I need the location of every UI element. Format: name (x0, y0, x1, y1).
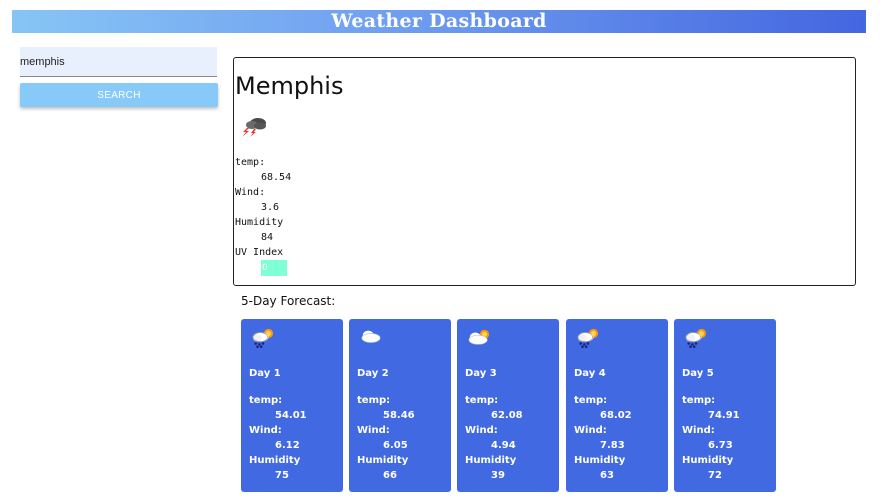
forecast-wind-value: 6.73 (708, 440, 733, 451)
forecast-humidity-label: Humidity (574, 455, 626, 466)
forecast-temp-value: 54.01 (275, 410, 307, 421)
wind-value: 3.6 (261, 202, 280, 213)
uv-index-row: 0 (235, 260, 291, 276)
forecast-humidity-label: Humidity (357, 455, 409, 466)
forecast-wind-value: 6.05 (383, 440, 408, 451)
temp-value: 68.54 (261, 172, 292, 183)
forecast-wind-label: Wind: (249, 425, 282, 436)
forecast-wind-value: 7.83 (600, 440, 625, 451)
forecast-details: temp: 74.91 Wind: 6.73 Humidity 72 (682, 393, 740, 483)
forecast-humidity-value: 75 (275, 470, 289, 481)
forecast-humidity-value: 72 (708, 470, 722, 481)
cloud-icon (361, 330, 381, 343)
forecast-card: Day 1 temp: 54.01 Wind: 6.12 Humidity 75 (241, 319, 343, 492)
search-input[interactable] (20, 47, 217, 77)
forecast-humidity-label: Humidity (465, 455, 517, 466)
forecast-details: temp: 54.01 Wind: 6.12 Humidity 75 (249, 393, 307, 483)
rain-sun-cloud-icon (685, 328, 707, 348)
forecast-wind-label: Wind: (682, 425, 715, 436)
forecast-wind-value: 4.94 (491, 440, 516, 451)
thunderstorm-rain-icon (242, 118, 266, 137)
wind-label: Wind: (235, 187, 266, 198)
forecast-details: temp: 58.46 Wind: 6.05 Humidity 66 (357, 393, 415, 483)
forecast-temp-label: temp: (682, 395, 716, 406)
rain-sun-cloud-icon (252, 328, 274, 348)
forecast-card: Day 2 temp: 58.46 Wind: 6.05 Humidity 66 (349, 319, 451, 492)
city-name: Memphis (235, 72, 344, 100)
forecast-day-label: Day 2 (357, 368, 389, 379)
forecast-card: Day 5 temp: 74.91 Wind: 6.73 Humidity 72 (674, 319, 776, 492)
humidity-value: 84 (261, 232, 274, 243)
forecast-day-label: Day 4 (574, 368, 606, 379)
forecast-day-label: Day 1 (249, 368, 281, 379)
rain-sun-cloud-icon (577, 328, 599, 348)
app-title: Weather Dashboard (331, 10, 547, 32)
current-details: temp: 68.54 Wind: 3.6 Humidity 84 UV Ind… (235, 155, 292, 276)
forecast-details: temp: 62.08 Wind: 4.94 Humidity 39 (465, 393, 523, 483)
forecast-wind-value: 6.12 (275, 440, 300, 451)
forecast-day-label: Day 5 (682, 368, 714, 379)
temp-label: temp: (235, 157, 266, 168)
uv-index-label: UV Index (235, 247, 284, 258)
forecast-card: Day 4 temp: 68.02 Wind: 7.83 Humidity 63 (566, 319, 668, 492)
humidity-label: Humidity (235, 217, 284, 228)
forecast-wind-label: Wind: (357, 425, 390, 436)
forecast-temp-value: 74.91 (708, 410, 740, 421)
forecast-humidity-label: Humidity (682, 455, 734, 466)
forecast-title: 5-Day Forecast: (241, 294, 336, 308)
uv-index-badge: 0 (261, 260, 287, 276)
forecast-temp-label: temp: (465, 395, 499, 406)
partly-cloudy-icon (468, 329, 490, 345)
search-button[interactable]: SEARCH (20, 83, 218, 107)
current-weather-panel: Memphis temp: 68.54 Wind: 3.6 Humidity 8… (233, 57, 856, 286)
forecast-humidity-value: 63 (600, 470, 614, 481)
forecast-humidity-value: 39 (491, 470, 505, 481)
forecast-temp-value: 68.02 (600, 410, 632, 421)
forecast-temp-value: 62.08 (491, 410, 523, 421)
forecast-wind-label: Wind: (465, 425, 498, 436)
forecast-temp-value: 58.46 (383, 410, 415, 421)
forecast-day-label: Day 3 (465, 368, 497, 379)
forecast-card: Day 3 temp: 62.08 Wind: 4.94 Humidity 39 (457, 319, 559, 492)
forecast-details: temp: 68.02 Wind: 7.83 Humidity 63 (574, 393, 632, 483)
forecast-temp-label: temp: (574, 395, 608, 406)
forecast-wind-label: Wind: (574, 425, 607, 436)
forecast-humidity-value: 66 (383, 470, 397, 481)
app-header: Weather Dashboard (12, 10, 866, 33)
forecast-temp-label: temp: (249, 395, 283, 406)
forecast-humidity-label: Humidity (249, 455, 301, 466)
forecast-temp-label: temp: (357, 395, 391, 406)
